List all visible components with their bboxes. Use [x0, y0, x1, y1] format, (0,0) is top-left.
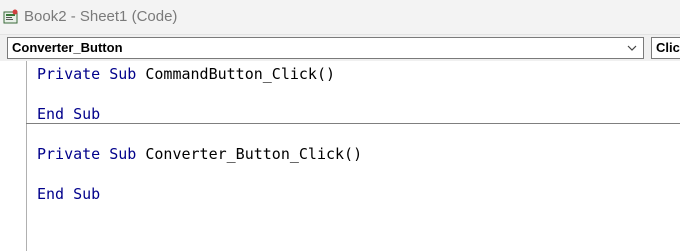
title-bar: Book2 - Sheet1 (Code): [0, 0, 680, 34]
procedure-separator: [26, 123, 680, 124]
procedure-dropdown[interactable]: Clic: [651, 37, 680, 59]
vba-code-window-icon: [3, 9, 18, 24]
keyword: Private: [37, 65, 101, 83]
code-line[interactable]: End Sub: [37, 185, 100, 203]
chevron-down-icon[interactable]: [625, 38, 639, 58]
keyword: Sub: [73, 105, 101, 123]
keyword: End: [37, 185, 65, 203]
procedure-name: Converter_Button_Click(): [145, 145, 363, 163]
procedure-name: CommandButton_Click(): [145, 65, 336, 83]
combo-bar: Converter_Button Clic: [0, 34, 680, 61]
window-title: Book2 - Sheet1 (Code): [24, 8, 178, 25]
code-line[interactable]: End Sub: [37, 105, 100, 123]
keyword: Sub: [109, 65, 137, 83]
keyword: Sub: [109, 145, 137, 163]
object-dropdown[interactable]: Converter_Button: [7, 37, 644, 59]
keyword: Private: [37, 145, 101, 163]
procedure-dropdown-value: Clic: [656, 40, 680, 55]
keyword: Sub: [73, 185, 101, 203]
object-dropdown-value: Converter_Button: [12, 40, 123, 55]
code-line[interactable]: Private Sub CommandButton_Click(): [37, 65, 335, 83]
keyword: End: [37, 105, 65, 123]
code-line[interactable]: Private Sub Converter_Button_Click(): [37, 145, 362, 163]
code-editor[interactable]: Private Sub CommandButton_Click() End Su…: [0, 61, 680, 251]
margin-indicator-bar: [26, 61, 27, 251]
